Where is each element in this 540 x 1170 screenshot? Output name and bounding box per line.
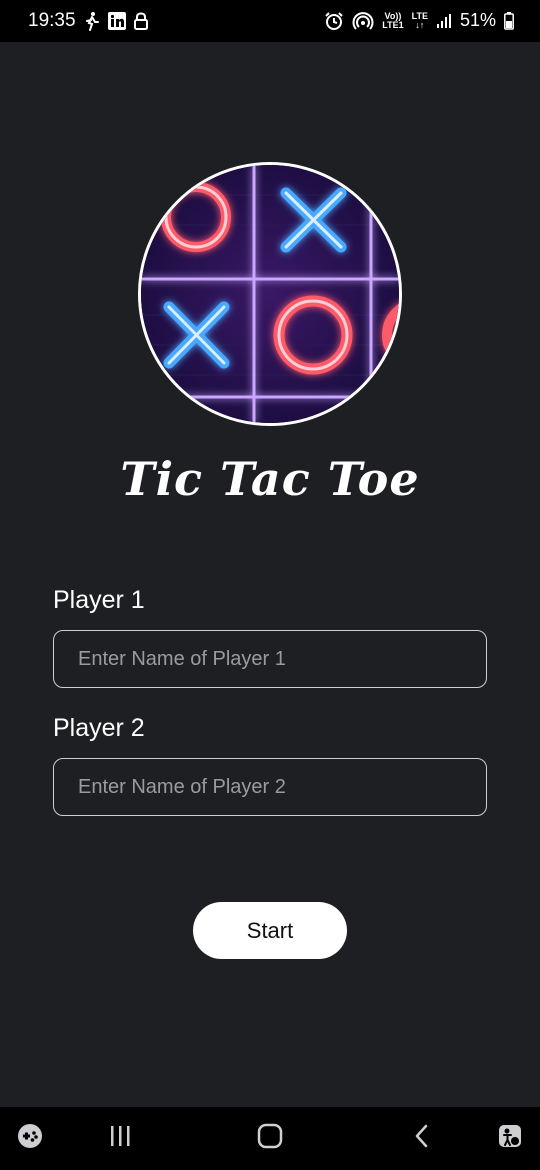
home-icon	[257, 1123, 283, 1154]
status-right: Vo)) LTE1 LTE ↓↑ 51%	[324, 10, 514, 31]
tic-tac-toe-logo	[138, 162, 402, 426]
lte1-label: LTE1	[382, 19, 404, 30]
volte-icon: Vo)) LTE1	[382, 11, 404, 30]
app-title: Tic Tac Toe	[120, 452, 420, 506]
neon-board-icon	[141, 165, 399, 423]
navigation-bar	[0, 1107, 540, 1170]
battery-icon	[504, 11, 514, 30]
player1-name-input[interactable]	[53, 630, 487, 688]
hotspot-icon	[352, 11, 374, 31]
back-button[interactable]	[400, 1107, 444, 1170]
accessibility-icon	[497, 1123, 523, 1154]
back-icon	[413, 1124, 431, 1153]
battery-percent: 51%	[459, 10, 496, 30]
accessibility-button[interactable]	[492, 1107, 528, 1170]
player1-label: Player 1	[53, 586, 145, 614]
alarm-icon	[324, 11, 344, 31]
lte-icon: LTE ↓↑	[412, 11, 428, 30]
game-launcher-button[interactable]	[12, 1107, 48, 1170]
app-screen: 19:35 Vo)) LTE1 LTE ↓↑ 51% Tic Tac Toe P…	[0, 0, 540, 1170]
status-bar: 19:35 Vo)) LTE1 LTE ↓↑ 51%	[0, 0, 540, 42]
linkedin-icon	[107, 12, 126, 30]
recents-button[interactable]	[98, 1107, 142, 1170]
start-button[interactable]: Start	[193, 902, 347, 959]
lock-icon	[133, 12, 148, 30]
status-time: 19:35	[28, 10, 76, 31]
status-left: 19:35	[28, 10, 148, 32]
signal-icon	[436, 13, 452, 29]
home-button[interactable]	[248, 1107, 292, 1170]
data-arrows-icon: ↓↑	[415, 19, 425, 30]
player2-label: Player 2	[53, 714, 145, 742]
game-launcher-icon	[17, 1123, 43, 1154]
walking-icon	[84, 11, 100, 31]
recents-icon	[108, 1125, 132, 1152]
player2-name-input[interactable]	[53, 758, 487, 816]
